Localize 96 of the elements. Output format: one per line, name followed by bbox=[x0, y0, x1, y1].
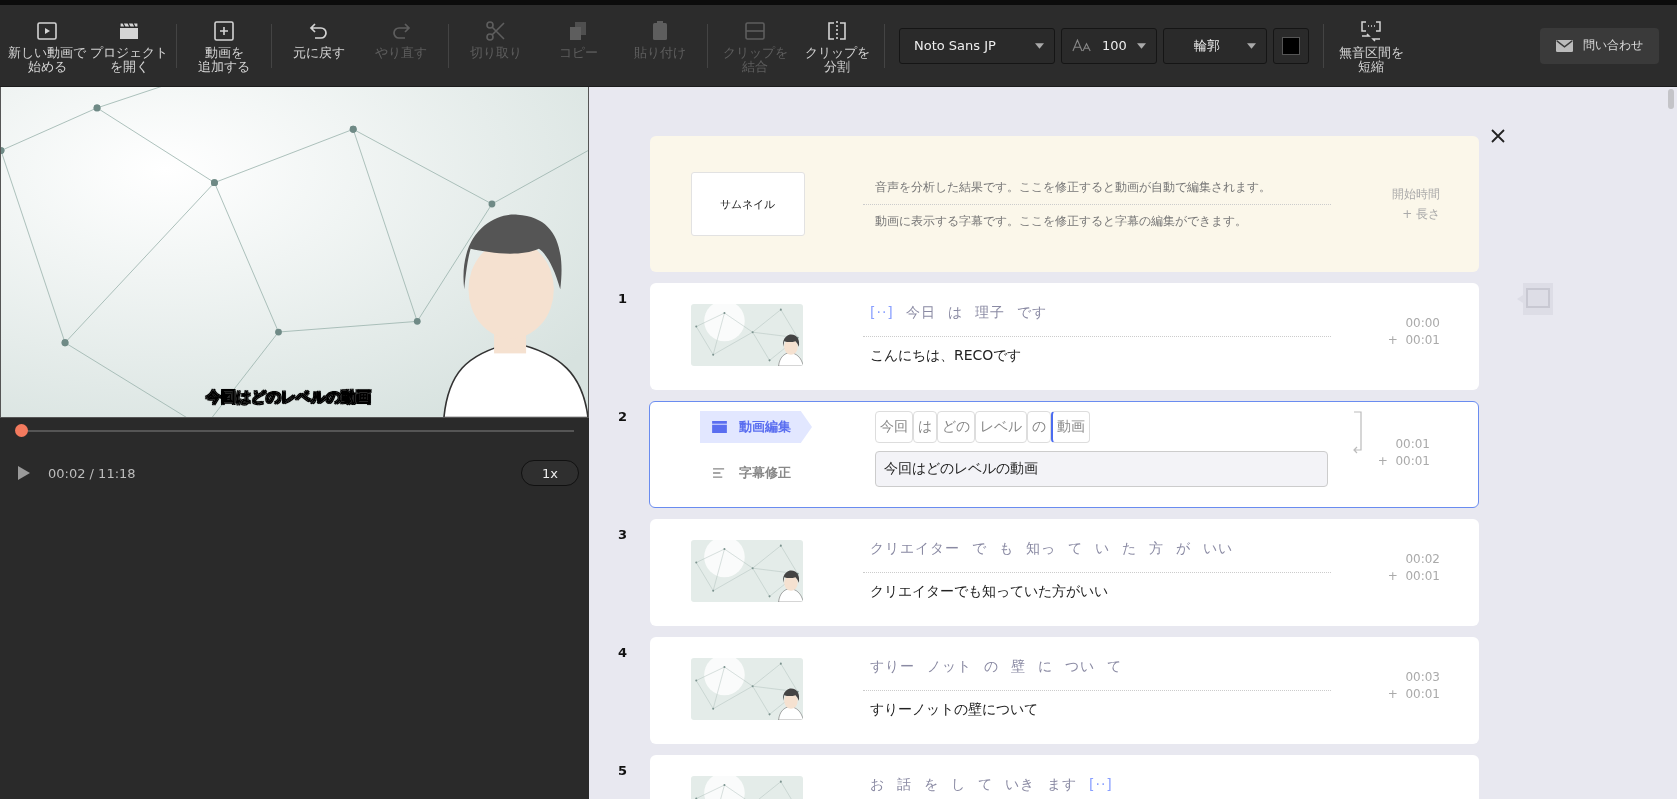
word-chip[interactable]: の bbox=[1026, 411, 1051, 443]
mode-tab[interactable]: 字幕修正 bbox=[700, 457, 812, 489]
word: すりー bbox=[869, 658, 915, 676]
info-text: 動画に表示する字幕です。ここを修正すると字幕の編集ができます。 bbox=[873, 213, 1248, 230]
seek-handle[interactable] bbox=[14, 424, 28, 437]
word: 方 bbox=[1148, 540, 1164, 558]
word: て bbox=[1106, 658, 1122, 676]
toolbar-button[interactable]: 無音区間を 短縮 bbox=[1330, 8, 1412, 83]
word-chip[interactable]: レベル bbox=[974, 411, 1027, 443]
text-lines-icon bbox=[712, 467, 727, 479]
word: て bbox=[1067, 540, 1083, 558]
word: 知っ bbox=[1025, 540, 1056, 558]
mail-icon bbox=[1556, 39, 1573, 52]
clip-number: 2 bbox=[618, 408, 629, 426]
outline-dropdown[interactable]: 輪郭 bbox=[1163, 27, 1267, 64]
clip-length: + 00:01 bbox=[1387, 569, 1440, 583]
clip-length: + 00:01 bbox=[1377, 454, 1430, 468]
font-dropdown[interactable]: Noto Sans JP bbox=[899, 27, 1055, 64]
word: は bbox=[947, 304, 963, 322]
word: で bbox=[971, 540, 987, 558]
word: つい bbox=[1064, 658, 1095, 676]
word: を bbox=[923, 776, 939, 794]
link-bracket-icon bbox=[1352, 411, 1365, 455]
clip-length: + 00:01 bbox=[1387, 687, 1440, 701]
caret-icon bbox=[1247, 42, 1256, 49]
info-text: 音声を分析した結果です。ここを修正すると動画が自動で編集されます。 bbox=[862, 178, 1331, 205]
clip-card[interactable]: クリエイター で も 知っ て い た 方 が いい クリエイターでも知っていた方がいい 00:02 + 00:01 bbox=[649, 519, 1479, 626]
word: いい bbox=[1202, 540, 1233, 558]
clip-number: 5 bbox=[618, 762, 629, 780]
clip-number: 1 bbox=[618, 290, 629, 308]
word: ノット bbox=[926, 658, 972, 676]
toolbar-button[interactable]: 動画を 追加する bbox=[183, 8, 265, 83]
start-time: 00:00 bbox=[1405, 316, 1440, 330]
font-size-dropdown[interactable]: 100 bbox=[1061, 27, 1157, 64]
start-time-label: 開始時間 bbox=[1392, 185, 1440, 203]
split-icon bbox=[825, 18, 849, 43]
play-icon[interactable] bbox=[18, 466, 30, 480]
start-time: 00:03 bbox=[1405, 670, 1440, 684]
word-chip[interactable]: どの bbox=[936, 411, 975, 443]
mode-tab[interactable]: 動画編集 bbox=[700, 411, 812, 443]
start-time: 00:01 bbox=[1395, 437, 1430, 451]
subtitle-text[interactable]: こんにちは、RECOです bbox=[862, 337, 1331, 365]
font-size-icon bbox=[1072, 39, 1092, 52]
contact-button[interactable]: 問い合わせ bbox=[1540, 27, 1659, 64]
word: です bbox=[1016, 304, 1047, 322]
subtitle-text[interactable]: クリエイターでも知っていた方がいい bbox=[862, 573, 1331, 601]
word: て bbox=[977, 776, 993, 794]
start-time: 00:02 bbox=[1405, 552, 1440, 566]
word: クリエイター bbox=[869, 540, 960, 558]
word-chip[interactable]: 今回 bbox=[874, 411, 913, 443]
word: 理子 bbox=[974, 304, 1005, 322]
word: の bbox=[983, 658, 999, 676]
playback-time: 00:02 / 11:18 bbox=[48, 465, 136, 481]
word: 今日 bbox=[905, 304, 936, 322]
word: 壁 bbox=[1010, 658, 1026, 676]
word: に bbox=[1037, 658, 1053, 676]
subtitle-input[interactable]: 今回はどのレベルの動画 bbox=[874, 451, 1329, 487]
word: た bbox=[1121, 540, 1137, 558]
video-caption: 今回はどのレベルの動画 bbox=[206, 388, 371, 407]
scissors-icon bbox=[484, 18, 508, 43]
scrollbar-thumb[interactable] bbox=[1668, 89, 1674, 109]
speed-button[interactable]: 1x bbox=[521, 460, 579, 486]
toolbar-button[interactable]: 新しい動画で 始める bbox=[6, 8, 88, 83]
silence-marker: [··] bbox=[1088, 776, 1113, 794]
clip-card[interactable]: 動画編集 字幕修正 今回 は どの レベル の 動画 今回はどのレベルの動画 00:01 + 00:01 bbox=[649, 401, 1479, 508]
clip-card[interactable]: [··] 今日 は 理子 です こんにちは、RECOです 00:00 + 00:01 bbox=[649, 283, 1479, 390]
silence-marker: [··] bbox=[869, 304, 894, 322]
word: いき bbox=[1004, 776, 1035, 794]
thumbnail-button[interactable]: サムネイル bbox=[690, 172, 805, 236]
toolbar-button[interactable]: クリップを 分割 bbox=[796, 8, 878, 83]
word: も bbox=[998, 540, 1014, 558]
clip-number: 3 bbox=[618, 526, 629, 544]
shorten-icon bbox=[1359, 18, 1383, 43]
word: が bbox=[1175, 540, 1191, 558]
length-label: + 長さ bbox=[1402, 205, 1440, 223]
clapperboard-icon bbox=[712, 421, 727, 433]
color-picker[interactable] bbox=[1273, 27, 1309, 64]
word: ます bbox=[1046, 776, 1077, 794]
caret-icon bbox=[1137, 42, 1146, 49]
caret-icon bbox=[1035, 42, 1044, 49]
clip-card[interactable]: お 話 を し て いき ます [··] bbox=[649, 755, 1479, 799]
word: 話 bbox=[896, 776, 912, 794]
toolbar-button[interactable]: プロジェクト を開く bbox=[88, 8, 170, 83]
word: い bbox=[1094, 540, 1110, 558]
subtitle-text[interactable]: すりーノットの壁について bbox=[862, 691, 1331, 719]
plus-square-icon bbox=[212, 18, 236, 43]
clip-length: + 00:01 bbox=[1387, 333, 1440, 347]
word-chip[interactable]: 動画 bbox=[1050, 411, 1090, 443]
clip-number: 4 bbox=[618, 644, 629, 662]
word: し bbox=[950, 776, 966, 794]
word-chip[interactable]: は bbox=[912, 411, 937, 443]
close-icon[interactable] bbox=[1491, 129, 1505, 143]
thumbnail-icon bbox=[1515, 281, 1555, 317]
word: お bbox=[869, 776, 885, 794]
clip-card[interactable]: すりー ノット の 壁 に つい て すりーノットの壁について 00:03 + 00:01 bbox=[649, 637, 1479, 744]
toolbar-button[interactable]: 元に戻す bbox=[278, 8, 360, 83]
